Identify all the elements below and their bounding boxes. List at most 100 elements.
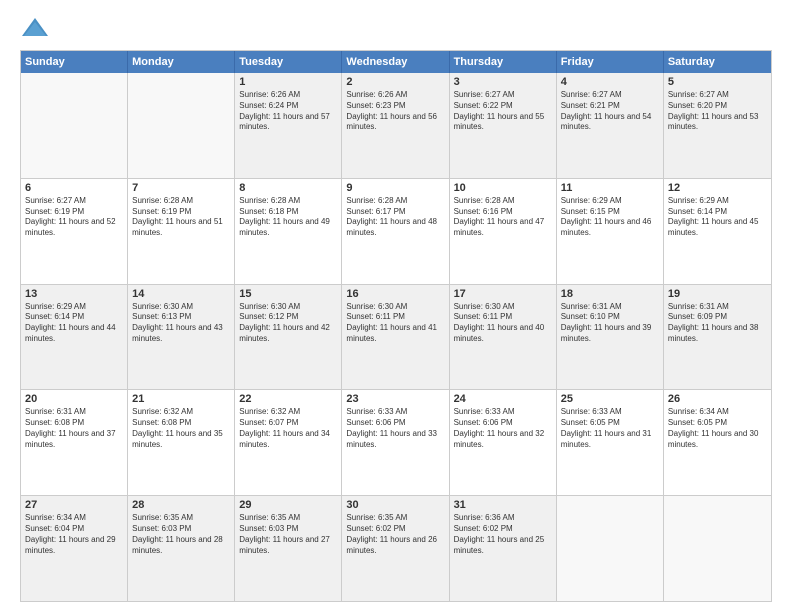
day-info: Sunrise: 6:28 AM Sunset: 6:18 PM Dayligh… bbox=[239, 196, 337, 239]
calendar-cell: 31 Sunrise: 6:36 AM Sunset: 6:02 PM Dayli… bbox=[450, 496, 557, 601]
day-info: Sunrise: 6:28 AM Sunset: 6:17 PM Dayligh… bbox=[346, 196, 444, 239]
calendar-row: 6 Sunrise: 6:27 AM Sunset: 6:19 PM Daylig… bbox=[21, 178, 771, 284]
day-number: 10 bbox=[454, 182, 552, 194]
calendar-cell: 7 Sunrise: 6:28 AM Sunset: 6:19 PM Daylig… bbox=[128, 179, 235, 284]
day-info: Sunrise: 6:33 AM Sunset: 6:06 PM Dayligh… bbox=[454, 407, 552, 450]
calendar-cell: 23 Sunrise: 6:33 AM Sunset: 6:06 PM Dayli… bbox=[342, 390, 449, 495]
calendar-cell: 30 Sunrise: 6:35 AM Sunset: 6:02 PM Dayli… bbox=[342, 496, 449, 601]
day-info: Sunrise: 6:26 AM Sunset: 6:23 PM Dayligh… bbox=[346, 90, 444, 133]
day-number: 21 bbox=[132, 393, 230, 405]
day-number: 29 bbox=[239, 499, 337, 511]
day-number: 28 bbox=[132, 499, 230, 511]
calendar-cell: 15 Sunrise: 6:30 AM Sunset: 6:12 PM Dayli… bbox=[235, 285, 342, 390]
calendar-row: 1 Sunrise: 6:26 AM Sunset: 6:24 PM Daylig… bbox=[21, 73, 771, 178]
calendar-cell bbox=[128, 73, 235, 178]
calendar-cell: 6 Sunrise: 6:27 AM Sunset: 6:19 PM Daylig… bbox=[21, 179, 128, 284]
calendar-cell: 24 Sunrise: 6:33 AM Sunset: 6:06 PM Dayli… bbox=[450, 390, 557, 495]
day-number: 7 bbox=[132, 182, 230, 194]
logo bbox=[20, 16, 54, 40]
day-number: 24 bbox=[454, 393, 552, 405]
day-number: 14 bbox=[132, 288, 230, 300]
calendar-cell bbox=[557, 496, 664, 601]
day-number: 4 bbox=[561, 76, 659, 88]
page: SundayMondayTuesdayWednesdayThursdayFrid… bbox=[0, 0, 792, 612]
day-number: 30 bbox=[346, 499, 444, 511]
calendar-cell: 19Sunrise: 6:31 AM Sunset: 6:09 PM Dayli… bbox=[664, 285, 771, 390]
day-info: Sunrise: 6:26 AM Sunset: 6:24 PM Dayligh… bbox=[239, 90, 337, 133]
day-number: 1 bbox=[239, 76, 337, 88]
day-info: Sunrise: 6:32 AM Sunset: 6:08 PM Dayligh… bbox=[132, 407, 230, 450]
calendar-cell: 8 Sunrise: 6:28 AM Sunset: 6:18 PM Daylig… bbox=[235, 179, 342, 284]
calendar-row: 27 Sunrise: 6:34 AM Sunset: 6:04 PM Dayli… bbox=[21, 495, 771, 601]
day-info: Sunrise: 6:34 AM Sunset: 6:04 PM Dayligh… bbox=[25, 513, 123, 556]
calendar-cell: 16 Sunrise: 6:30 AM Sunset: 6:11 PM Dayli… bbox=[342, 285, 449, 390]
day-info: Sunrise: 6:34 AM Sunset: 6:05 PM Dayligh… bbox=[668, 407, 767, 450]
day-number: 13 bbox=[25, 288, 123, 300]
calendar-cell: 28 Sunrise: 6:35 AM Sunset: 6:03 PM Dayli… bbox=[128, 496, 235, 601]
day-number: 27 bbox=[25, 499, 123, 511]
day-number: 18 bbox=[561, 288, 659, 300]
day-info: Sunrise: 6:31 AM Sunset: 6:09 PM Dayligh… bbox=[668, 302, 767, 345]
day-info: Sunrise: 6:30 AM Sunset: 6:11 PM Dayligh… bbox=[454, 302, 552, 345]
day-number: 11 bbox=[561, 182, 659, 194]
day-info: Sunrise: 6:29 AM Sunset: 6:15 PM Dayligh… bbox=[561, 196, 659, 239]
calendar-cell: 4 Sunrise: 6:27 AM Sunset: 6:21 PM Daylig… bbox=[557, 73, 664, 178]
day-info: Sunrise: 6:28 AM Sunset: 6:16 PM Dayligh… bbox=[454, 196, 552, 239]
calendar-cell: 17 Sunrise: 6:30 AM Sunset: 6:11 PM Dayli… bbox=[450, 285, 557, 390]
header bbox=[20, 16, 772, 40]
day-info: Sunrise: 6:30 AM Sunset: 6:12 PM Dayligh… bbox=[239, 302, 337, 345]
calendar-cell: 10 Sunrise: 6:28 AM Sunset: 6:16 PM Dayli… bbox=[450, 179, 557, 284]
day-number: 6 bbox=[25, 182, 123, 194]
calendar-cell: 18 Sunrise: 6:31 AM Sunset: 6:10 PM Dayli… bbox=[557, 285, 664, 390]
calendar-row: 13 Sunrise: 6:29 AM Sunset: 6:14 PM Dayli… bbox=[21, 284, 771, 390]
day-info: Sunrise: 6:30 AM Sunset: 6:13 PM Dayligh… bbox=[132, 302, 230, 345]
day-number: 2 bbox=[346, 76, 444, 88]
calendar-cell: 1 Sunrise: 6:26 AM Sunset: 6:24 PM Daylig… bbox=[235, 73, 342, 178]
day-number: 8 bbox=[239, 182, 337, 194]
calendar-cell: 14 Sunrise: 6:30 AM Sunset: 6:13 PM Dayli… bbox=[128, 285, 235, 390]
calendar-cell: 25 Sunrise: 6:33 AM Sunset: 6:05 PM Dayli… bbox=[557, 390, 664, 495]
day-number: 5 bbox=[668, 76, 767, 88]
calendar-row: 20Sunrise: 6:31 AM Sunset: 6:08 PM Dayli… bbox=[21, 389, 771, 495]
day-number: 15 bbox=[239, 288, 337, 300]
day-info: Sunrise: 6:35 AM Sunset: 6:02 PM Dayligh… bbox=[346, 513, 444, 556]
day-info: Sunrise: 6:30 AM Sunset: 6:11 PM Dayligh… bbox=[346, 302, 444, 345]
day-info: Sunrise: 6:27 AM Sunset: 6:21 PM Dayligh… bbox=[561, 90, 659, 133]
day-info: Sunrise: 6:33 AM Sunset: 6:05 PM Dayligh… bbox=[561, 407, 659, 450]
day-info: Sunrise: 6:31 AM Sunset: 6:08 PM Dayligh… bbox=[25, 407, 123, 450]
day-number: 16 bbox=[346, 288, 444, 300]
day-info: Sunrise: 6:32 AM Sunset: 6:07 PM Dayligh… bbox=[239, 407, 337, 450]
day-number: 9 bbox=[346, 182, 444, 194]
day-info: Sunrise: 6:29 AM Sunset: 6:14 PM Dayligh… bbox=[25, 302, 123, 345]
calendar-cell: 26Sunrise: 6:34 AM Sunset: 6:05 PM Dayli… bbox=[664, 390, 771, 495]
calendar-cell: 13 Sunrise: 6:29 AM Sunset: 6:14 PM Dayli… bbox=[21, 285, 128, 390]
calendar-cell: 11 Sunrise: 6:29 AM Sunset: 6:15 PM Dayli… bbox=[557, 179, 664, 284]
weekday-header: Sunday bbox=[21, 51, 128, 73]
day-number: 23 bbox=[346, 393, 444, 405]
calendar-cell: 27 Sunrise: 6:34 AM Sunset: 6:04 PM Dayli… bbox=[21, 496, 128, 601]
weekday-header: Saturday bbox=[664, 51, 771, 73]
day-number: 12 bbox=[668, 182, 767, 194]
calendar-header: SundayMondayTuesdayWednesdayThursdayFrid… bbox=[21, 51, 771, 73]
day-info: Sunrise: 6:28 AM Sunset: 6:19 PM Dayligh… bbox=[132, 196, 230, 239]
day-info: Sunrise: 6:33 AM Sunset: 6:06 PM Dayligh… bbox=[346, 407, 444, 450]
calendar-cell: 5 Sunrise: 6:27 AM Sunset: 6:20 PM Daylig… bbox=[664, 73, 771, 178]
day-info: Sunrise: 6:36 AM Sunset: 6:02 PM Dayligh… bbox=[454, 513, 552, 556]
day-number: 31 bbox=[454, 499, 552, 511]
calendar-cell: 2 Sunrise: 6:26 AM Sunset: 6:23 PM Daylig… bbox=[342, 73, 449, 178]
day-number: 25 bbox=[561, 393, 659, 405]
weekday-header: Wednesday bbox=[342, 51, 449, 73]
calendar-cell: 12Sunrise: 6:29 AM Sunset: 6:14 PM Dayli… bbox=[664, 179, 771, 284]
weekday-header: Friday bbox=[557, 51, 664, 73]
calendar-cell bbox=[664, 496, 771, 601]
day-info: Sunrise: 6:35 AM Sunset: 6:03 PM Dayligh… bbox=[132, 513, 230, 556]
day-info: Sunrise: 6:27 AM Sunset: 6:19 PM Dayligh… bbox=[25, 196, 123, 239]
day-info: Sunrise: 6:31 AM Sunset: 6:10 PM Dayligh… bbox=[561, 302, 659, 345]
calendar: SundayMondayTuesdayWednesdayThursdayFrid… bbox=[20, 50, 772, 602]
calendar-cell bbox=[21, 73, 128, 178]
day-number: 17 bbox=[454, 288, 552, 300]
day-info: Sunrise: 6:27 AM Sunset: 6:20 PM Dayligh… bbox=[668, 90, 767, 133]
calendar-cell: 20Sunrise: 6:31 AM Sunset: 6:08 PM Dayli… bbox=[21, 390, 128, 495]
weekday-header: Monday bbox=[128, 51, 235, 73]
day-info: Sunrise: 6:35 AM Sunset: 6:03 PM Dayligh… bbox=[239, 513, 337, 556]
